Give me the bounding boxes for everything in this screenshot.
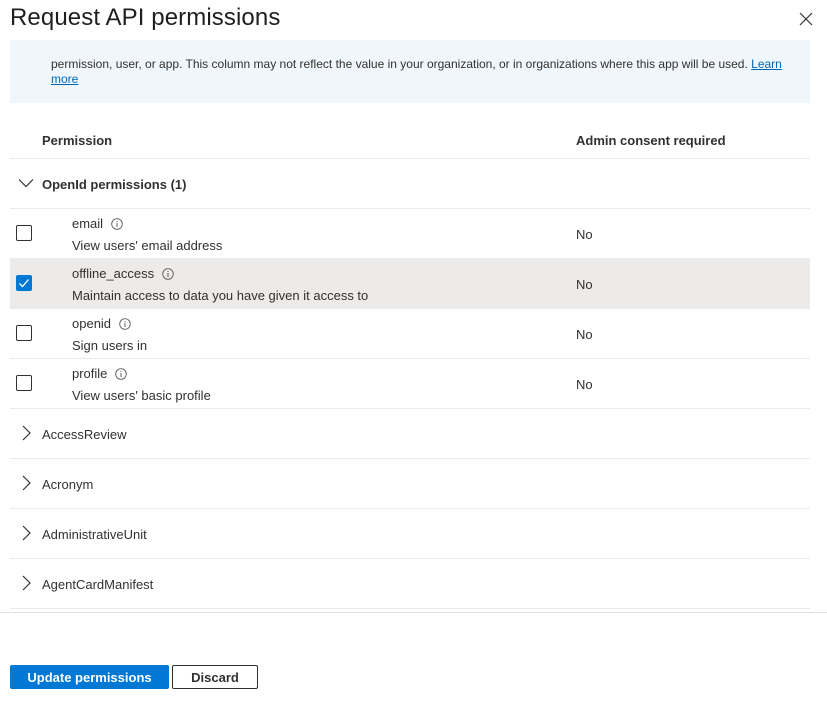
- chevron-right-icon: [22, 525, 31, 541]
- permission-description: View users' basic profile: [72, 388, 211, 403]
- chevron-right-icon: [22, 425, 31, 441]
- chevron-right-icon: [22, 575, 31, 591]
- discard-button[interactable]: Discard: [172, 665, 258, 689]
- permission-row-email[interactable]: email View users' email address No: [10, 209, 810, 259]
- admin-consent-value: No: [576, 277, 593, 292]
- group-label: OpenId permissions (1): [42, 177, 187, 192]
- info-icon[interactable]: [162, 267, 174, 280]
- permission-name-email: email: [72, 216, 123, 231]
- permission-name-text: openid: [72, 316, 112, 331]
- permission-checkbox-profile[interactable]: [16, 375, 32, 391]
- permission-description: Sign users in: [72, 338, 148, 353]
- permission-name-text: email: [72, 216, 104, 231]
- info-banner-text: permission, user, or app. This column ma…: [51, 57, 791, 87]
- permission-name-openid: openid: [72, 316, 131, 331]
- group-label: Acronym: [42, 477, 94, 492]
- group-label: AdministrativeUnit: [42, 527, 147, 542]
- footer-divider: [0, 612, 827, 613]
- permission-checkbox-email[interactable]: [16, 225, 32, 241]
- permission-description: View users' email address: [72, 238, 223, 253]
- group-row-administrativeunit[interactable]: AdministrativeUnit: [10, 509, 810, 559]
- info-banner: permission, user, or app. This column ma…: [10, 40, 810, 103]
- permission-row-openid[interactable]: openid Sign users in No: [10, 309, 810, 359]
- admin-consent-value: No: [576, 327, 593, 342]
- permission-row-profile[interactable]: profile View users' basic profile No: [10, 359, 810, 409]
- admin-consent-value: No: [576, 377, 593, 392]
- chevron-down-icon: [18, 179, 34, 188]
- permissions-table: Permission Admin consent required OpenId…: [10, 120, 810, 609]
- permission-column-header: Permission: [42, 133, 113, 148]
- permission-name-profile: profile: [72, 366, 128, 381]
- admin-consent-value: No: [576, 227, 593, 242]
- info-icon[interactable]: [115, 367, 128, 380]
- group-row-accessreview[interactable]: AccessReview: [10, 409, 810, 459]
- checkmark-icon: [19, 279, 29, 288]
- panel-title: Request API permissions: [10, 4, 281, 31]
- group-row-openid-permissions[interactable]: OpenId permissions (1): [10, 159, 810, 209]
- close-button[interactable]: [795, 8, 817, 30]
- permission-name-text: profile: [72, 366, 108, 381]
- permission-checkbox-openid[interactable]: [16, 325, 32, 341]
- info-icon[interactable]: [119, 317, 131, 330]
- group-row-acronym[interactable]: Acronym: [10, 459, 810, 509]
- permission-name-text: offline_access: [72, 266, 155, 281]
- info-icon[interactable]: [111, 217, 123, 230]
- permission-row-offline-access[interactable]: offline_access Maintain access to data y…: [10, 259, 810, 309]
- request-api-permissions-panel: Request API permissions permission, user…: [0, 0, 827, 703]
- group-label: AccessReview: [42, 427, 127, 442]
- permission-name-offline-access: offline_access: [72, 266, 174, 281]
- close-icon: [799, 12, 813, 26]
- group-row-agentcardmanifest[interactable]: AgentCardManifest: [10, 559, 810, 609]
- permission-checkbox-offline-access[interactable]: [16, 275, 32, 291]
- permission-description: Maintain access to data you have given i…: [72, 288, 369, 303]
- chevron-right-icon: [22, 475, 31, 491]
- admin-consent-column-header: Admin consent required: [576, 133, 726, 148]
- info-banner-message: permission, user, or app. This column ma…: [51, 57, 752, 71]
- group-label: AgentCardManifest: [42, 577, 154, 592]
- table-header-row: Permission Admin consent required: [10, 120, 810, 159]
- update-permissions-button[interactable]: Update permissions: [10, 665, 169, 689]
